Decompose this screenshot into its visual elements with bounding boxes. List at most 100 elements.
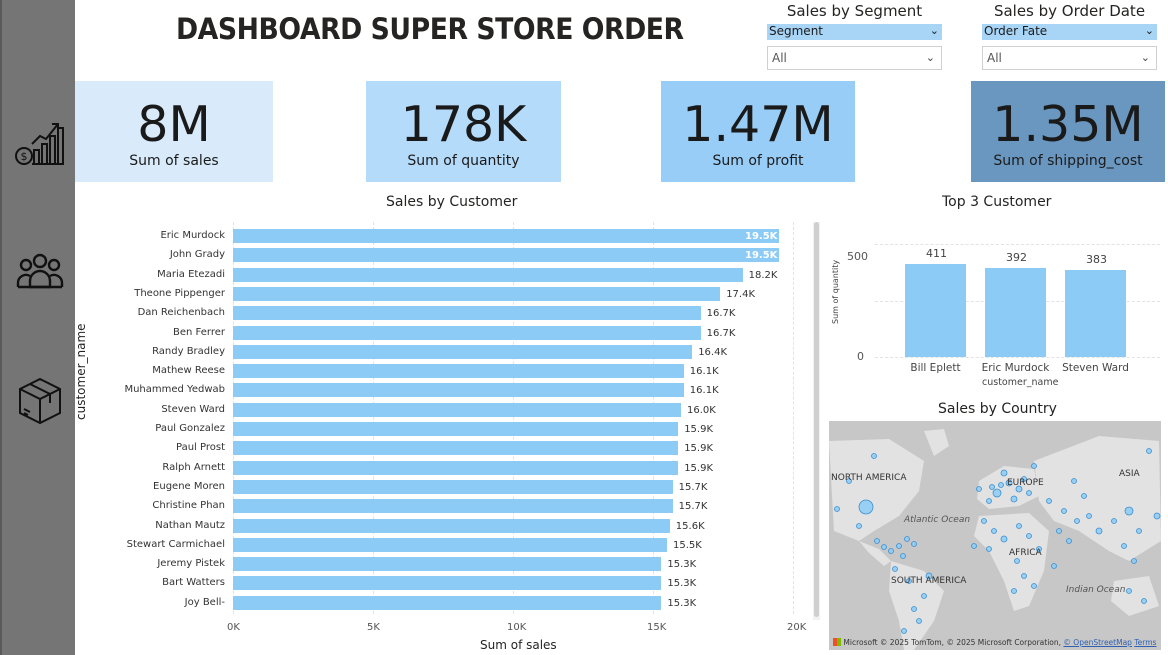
bar[interactable]: [233, 441, 679, 456]
gridline: [793, 222, 794, 614]
world-map: [829, 421, 1161, 650]
gridline: [875, 244, 1160, 245]
kpi-card-quantity[interactable]: 178K Sum of quantity: [366, 81, 561, 182]
brand-label: Microsoft: [843, 638, 878, 647]
segment-slicer: Sales by Segment Segment ⌄ All ⌄: [767, 2, 942, 70]
x-tick-label: 5K: [367, 622, 380, 633]
openstreetmap-link[interactable]: © OpenStreetMap: [1063, 638, 1132, 647]
bar[interactable]: [1065, 270, 1126, 357]
category-label: Eric Murdock: [160, 230, 225, 241]
bar[interactable]: [233, 229, 779, 243]
bar[interactable]: [233, 499, 673, 514]
data-label: 17.4K: [726, 288, 756, 300]
sales-chart-icon[interactable]: $: [14, 116, 66, 168]
bar[interactable]: [233, 325, 701, 340]
bar[interactable]: [233, 460, 679, 475]
sales-by-country-map[interactable]: NORTH AMERICA SOUTH AMERICA EUROPE AFRIC…: [829, 421, 1161, 650]
data-label: 16.7K: [706, 308, 736, 320]
bar[interactable]: [233, 364, 684, 379]
x-axis-label: customer_name: [982, 377, 1059, 388]
category-label: Joy Bell-: [184, 596, 225, 608]
segment-field-header[interactable]: Segment ⌄: [767, 24, 942, 40]
microsoft-logo-icon: [833, 638, 841, 646]
order-date-slicer-title: Sales by Order Date: [993, 2, 1146, 20]
bar[interactable]: [985, 268, 1046, 357]
kpi-card-sales[interactable]: 8M Sum of sales: [75, 81, 273, 182]
bar[interactable]: [233, 344, 693, 359]
data-label: 15.3K: [667, 597, 697, 609]
data-label: 411: [926, 247, 947, 261]
category-label: Steven Ward: [161, 403, 225, 415]
order-date-slicer: Sales by Order Date Order Fate ⌄ All ⌄: [982, 2, 1157, 70]
x-tick-label: 20K: [787, 622, 807, 633]
attribution-text: © 2025 TomTom, © 2025 Microsoft Corporat…: [879, 638, 1062, 647]
package-box-icon[interactable]: [14, 375, 66, 427]
bar[interactable]: [233, 306, 701, 321]
x-axis-label: Sum of sales: [480, 638, 557, 652]
kpi-label: Sum of quantity: [407, 153, 520, 169]
x-tick-label: 10K: [507, 622, 527, 633]
order-date-field-header[interactable]: Order Fate ⌄: [982, 24, 1157, 40]
bar[interactable]: [233, 248, 779, 263]
category-label: John Grady: [169, 249, 225, 261]
bar[interactable]: [233, 595, 662, 610]
bar[interactable]: [233, 383, 684, 398]
bar[interactable]: [233, 267, 743, 282]
sidebar: $: [0, 0, 75, 655]
chevron-down-icon[interactable]: ⌄: [1145, 24, 1154, 37]
bar[interactable]: [233, 576, 662, 591]
kpi-label: Sum of profit: [712, 153, 804, 169]
y-axis-label: Sum of quantity: [831, 259, 840, 324]
bar[interactable]: [233, 286, 721, 301]
data-label: 15.7K: [678, 481, 708, 493]
map-label-africa: AFRICA: [1009, 548, 1042, 558]
category-label: Stewart Carmichael: [126, 538, 225, 550]
chevron-down-icon[interactable]: ⌄: [1141, 51, 1150, 64]
data-label: 18.2K: [748, 269, 778, 281]
map-label-indian: Indian Ocean: [1066, 585, 1126, 595]
category-label: Eric Murdock: [981, 362, 1050, 374]
x-tick-label: 0K: [227, 622, 240, 633]
terms-link[interactable]: Terms: [1134, 638, 1156, 647]
scrollbar-thumb[interactable]: [814, 222, 819, 617]
gridline: [875, 357, 1160, 358]
kpi-card-profit[interactable]: 1.47M Sum of profit: [661, 81, 855, 182]
order-date-dropdown[interactable]: All ⌄: [982, 46, 1157, 70]
kpi-label: Sum of shipping_cost: [993, 153, 1143, 169]
customers-icon[interactable]: [14, 245, 66, 297]
y-tick-label: 0: [857, 350, 864, 363]
bar[interactable]: [233, 537, 667, 552]
kpi-value: 178K: [400, 96, 527, 153]
chevron-down-icon[interactable]: ⌄: [930, 24, 939, 37]
data-label: 383: [1086, 253, 1107, 267]
data-label: 15.6K: [675, 520, 705, 532]
segment-dropdown[interactable]: All ⌄: [767, 46, 942, 70]
order-date-field-label: Order Fate: [984, 24, 1048, 38]
map-label-north-america: NORTH AMERICA: [831, 473, 907, 483]
category-label: Christine Phan: [152, 500, 225, 512]
category-label: Eugene Moren: [153, 480, 225, 492]
chart-scrollbar[interactable]: [813, 222, 820, 620]
bar[interactable]: [233, 479, 673, 494]
segment-slicer-title: Sales by Segment: [786, 2, 923, 20]
category-label: Ben Ferrer: [173, 326, 225, 338]
category-label: Muhammed Yedwab: [124, 384, 225, 396]
bar[interactable]: [233, 557, 662, 572]
bar[interactable]: [905, 264, 966, 357]
data-label: 15.9K: [684, 443, 714, 455]
bar[interactable]: [233, 402, 681, 417]
sales-by-country-title: Sales by Country: [938, 401, 1057, 417]
sales-by-customer-title: Sales by Customer: [386, 194, 518, 210]
bar[interactable]: [233, 422, 679, 436]
data-label: 15.3K: [667, 578, 697, 590]
segment-dropdown-value: All: [772, 51, 787, 65]
kpi-card-shipping-cost[interactable]: 1.35M Sum of shipping_cost: [971, 81, 1165, 182]
chevron-down-icon[interactable]: ⌄: [926, 51, 935, 64]
category-label: Randy Bradley: [152, 345, 225, 357]
kpi-label: Sum of sales: [129, 153, 219, 169]
category-label: Theone Pippenger: [134, 287, 225, 299]
map-attribution: Microsoft © 2025 TomTom, © 2025 Microsof…: [833, 638, 1156, 647]
category-label: Ralph Arnett: [162, 461, 225, 473]
data-label: 15.5K: [673, 539, 702, 551]
bar[interactable]: [233, 518, 670, 533]
